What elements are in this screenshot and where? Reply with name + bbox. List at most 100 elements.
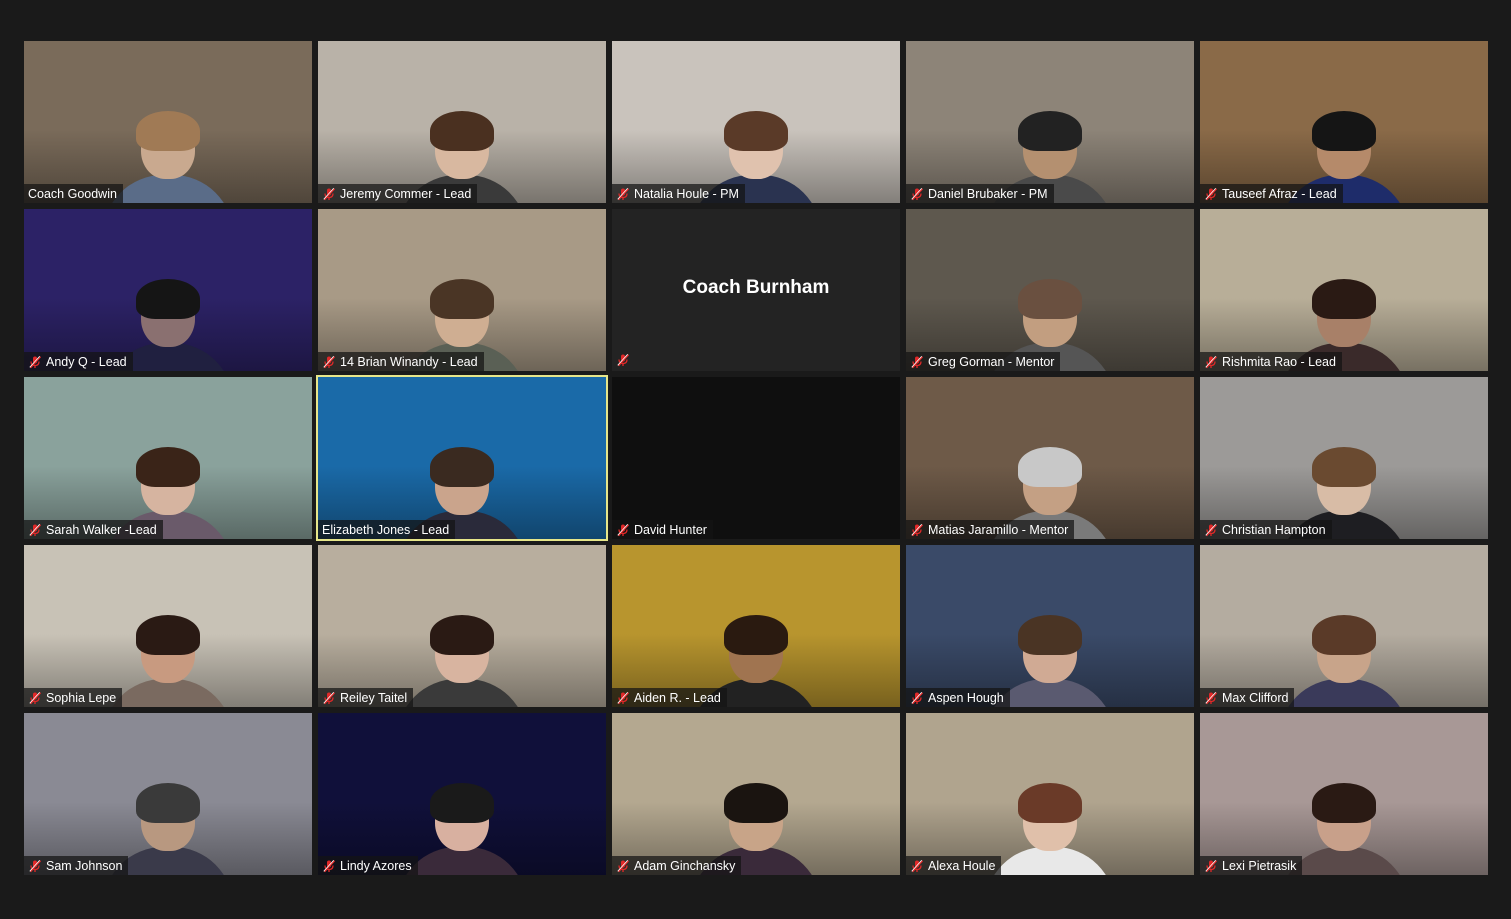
- participant-tile[interactable]: Lindy Azores: [318, 713, 606, 875]
- participant-tile[interactable]: Andy Q - Lead: [24, 209, 312, 371]
- participant-tile[interactable]: Coach Burnham: [612, 209, 900, 371]
- mic-muted-icon: [910, 187, 924, 201]
- participant-tile[interactable]: Coach Goodwin: [24, 41, 312, 203]
- participant-tile[interactable]: Matias Jaramillo - Mentor: [906, 377, 1194, 539]
- mic-muted-icon: [616, 691, 630, 705]
- participant-tile[interactable]: Tauseef Afraz - Lead: [1200, 41, 1488, 203]
- participant-tile[interactable]: Lexi Pietrasik: [1200, 713, 1488, 875]
- mic-muted-icon: [616, 187, 630, 201]
- participant-tile[interactable]: Aiden R. - Lead: [612, 545, 900, 707]
- mic-muted-icon: [1204, 523, 1218, 537]
- participant-name: Jeremy Commer - Lead: [340, 186, 472, 201]
- video-feed: [1200, 41, 1488, 203]
- mic-muted-icon: [1204, 859, 1218, 873]
- participant-nameplate: Sam Johnson: [24, 856, 129, 875]
- participant-nameplate: Andy Q - Lead: [24, 352, 133, 371]
- mic-muted-icon: [616, 353, 630, 367]
- participant-name: Aiden R. - Lead: [634, 690, 721, 705]
- video-feed: [318, 713, 606, 875]
- video-feed: [1200, 713, 1488, 875]
- video-feed: [906, 209, 1194, 371]
- participant-tile[interactable]: David Hunter: [612, 377, 900, 539]
- participant-name: Coach Goodwin: [28, 186, 117, 201]
- participant-nameplate: Matias Jaramillo - Mentor: [906, 520, 1075, 539]
- participant-name: Sophia Lepe: [46, 690, 117, 705]
- participant-name: Aspen Hough: [928, 690, 1004, 705]
- participant-nameplate: Sophia Lepe: [24, 688, 123, 707]
- participant-tile[interactable]: Natalia Houle - PM: [612, 41, 900, 203]
- mic-muted-icon: [322, 691, 336, 705]
- video-feed: [24, 41, 312, 203]
- participant-nameplate: Natalia Houle - PM: [612, 184, 745, 203]
- mic-muted-icon: [28, 523, 42, 537]
- participant-name: Natalia Houle - PM: [634, 186, 739, 201]
- participant-name: Greg Gorman - Mentor: [928, 354, 1055, 369]
- mic-muted-icon: [1204, 691, 1218, 705]
- mic-muted-icon: [910, 355, 924, 369]
- video-feed: [1200, 545, 1488, 707]
- participant-nameplate: Sarah Walker -Lead: [24, 520, 163, 539]
- participant-tile[interactable]: Jeremy Commer - Lead: [318, 41, 606, 203]
- participant-name: Christian Hampton: [1222, 522, 1326, 537]
- participant-name: Tauseef Afraz - Lead: [1222, 186, 1337, 201]
- participant-tile[interactable]: Alexa Houle: [906, 713, 1194, 875]
- participant-name: Reiley Taitel: [340, 690, 408, 705]
- participant-name: David Hunter: [634, 522, 707, 537]
- video-feed: [24, 209, 312, 371]
- participant-name: Adam Ginchansky: [634, 858, 736, 873]
- participant-nameplate: Coach Goodwin: [24, 184, 123, 203]
- participant-silhouette: [103, 615, 233, 707]
- participant-name: Andy Q - Lead: [46, 354, 127, 369]
- participant-tile[interactable]: Sarah Walker -Lead: [24, 377, 312, 539]
- participant-nameplate: Jeremy Commer - Lead: [318, 184, 478, 203]
- participant-tile[interactable]: Greg Gorman - Mentor: [906, 209, 1194, 371]
- mic-muted-icon: [322, 187, 336, 201]
- mic-muted-icon: [28, 859, 42, 873]
- participant-nameplate: Aspen Hough: [906, 688, 1010, 707]
- participant-name: Daniel Brubaker - PM: [928, 186, 1048, 201]
- participant-name: Rishmita Rao - Lead: [1222, 354, 1336, 369]
- video-feed: [318, 377, 606, 539]
- participant-tile[interactable]: Daniel Brubaker - PM: [906, 41, 1194, 203]
- video-feed: [1200, 209, 1488, 371]
- video-feed: [906, 545, 1194, 707]
- participant-tile[interactable]: Sophia Lepe: [24, 545, 312, 707]
- mic-muted-icon: [1204, 187, 1218, 201]
- participant-nameplate: Rishmita Rao - Lead: [1200, 352, 1342, 371]
- participant-name: 14 Brian Winandy - Lead: [340, 354, 478, 369]
- video-feed: [906, 41, 1194, 203]
- participant-tile[interactable]: Christian Hampton: [1200, 377, 1488, 539]
- participant-name: Alexa Houle: [928, 858, 996, 873]
- participant-name: Lexi Pietrasik: [1222, 858, 1297, 873]
- video-feed: [24, 545, 312, 707]
- mic-muted-icon: [910, 523, 924, 537]
- participant-tile[interactable]: Max Clifford: [1200, 545, 1488, 707]
- video-feed: [24, 377, 312, 539]
- participant-tile[interactable]: 14 Brian Winandy - Lead: [318, 209, 606, 371]
- participant-nameplate: Lexi Pietrasik: [1200, 856, 1303, 875]
- gallery-view: Coach Goodwin Jeremy Commer - Lead Natalia…: [24, 41, 1488, 875]
- participant-nameplate: David Hunter: [612, 520, 713, 539]
- mic-muted-icon: [322, 355, 336, 369]
- participant-display-name: Coach Burnham: [682, 277, 830, 298]
- participant-tile[interactable]: Adam Ginchansky: [612, 713, 900, 875]
- mic-muted-icon: [616, 523, 630, 537]
- participant-tile[interactable]: Aspen Hough: [906, 545, 1194, 707]
- participant-nameplate: Greg Gorman - Mentor: [906, 352, 1061, 371]
- participant-nameplate: Christian Hampton: [1200, 520, 1332, 539]
- mic-muted-icon: [910, 859, 924, 873]
- video-feed: [318, 545, 606, 707]
- participant-tile[interactable]: Rishmita Rao - Lead: [1200, 209, 1488, 371]
- participant-nameplate: Daniel Brubaker - PM: [906, 184, 1054, 203]
- participant-name: Lindy Azores: [340, 858, 412, 873]
- participant-nameplate: Lindy Azores: [318, 856, 418, 875]
- participant-name: Max Clifford: [1222, 690, 1289, 705]
- video-feed: [318, 41, 606, 203]
- participant-tile[interactable]: Sam Johnson: [24, 713, 312, 875]
- participant-tile[interactable]: Reiley Taitel: [318, 545, 606, 707]
- mic-muted-icon: [28, 355, 42, 369]
- participant-nameplate: Tauseef Afraz - Lead: [1200, 184, 1343, 203]
- participant-nameplate: Max Clifford: [1200, 688, 1295, 707]
- participant-tile[interactable]: Elizabeth Jones - Lead: [316, 375, 608, 541]
- video-feed: [612, 545, 900, 707]
